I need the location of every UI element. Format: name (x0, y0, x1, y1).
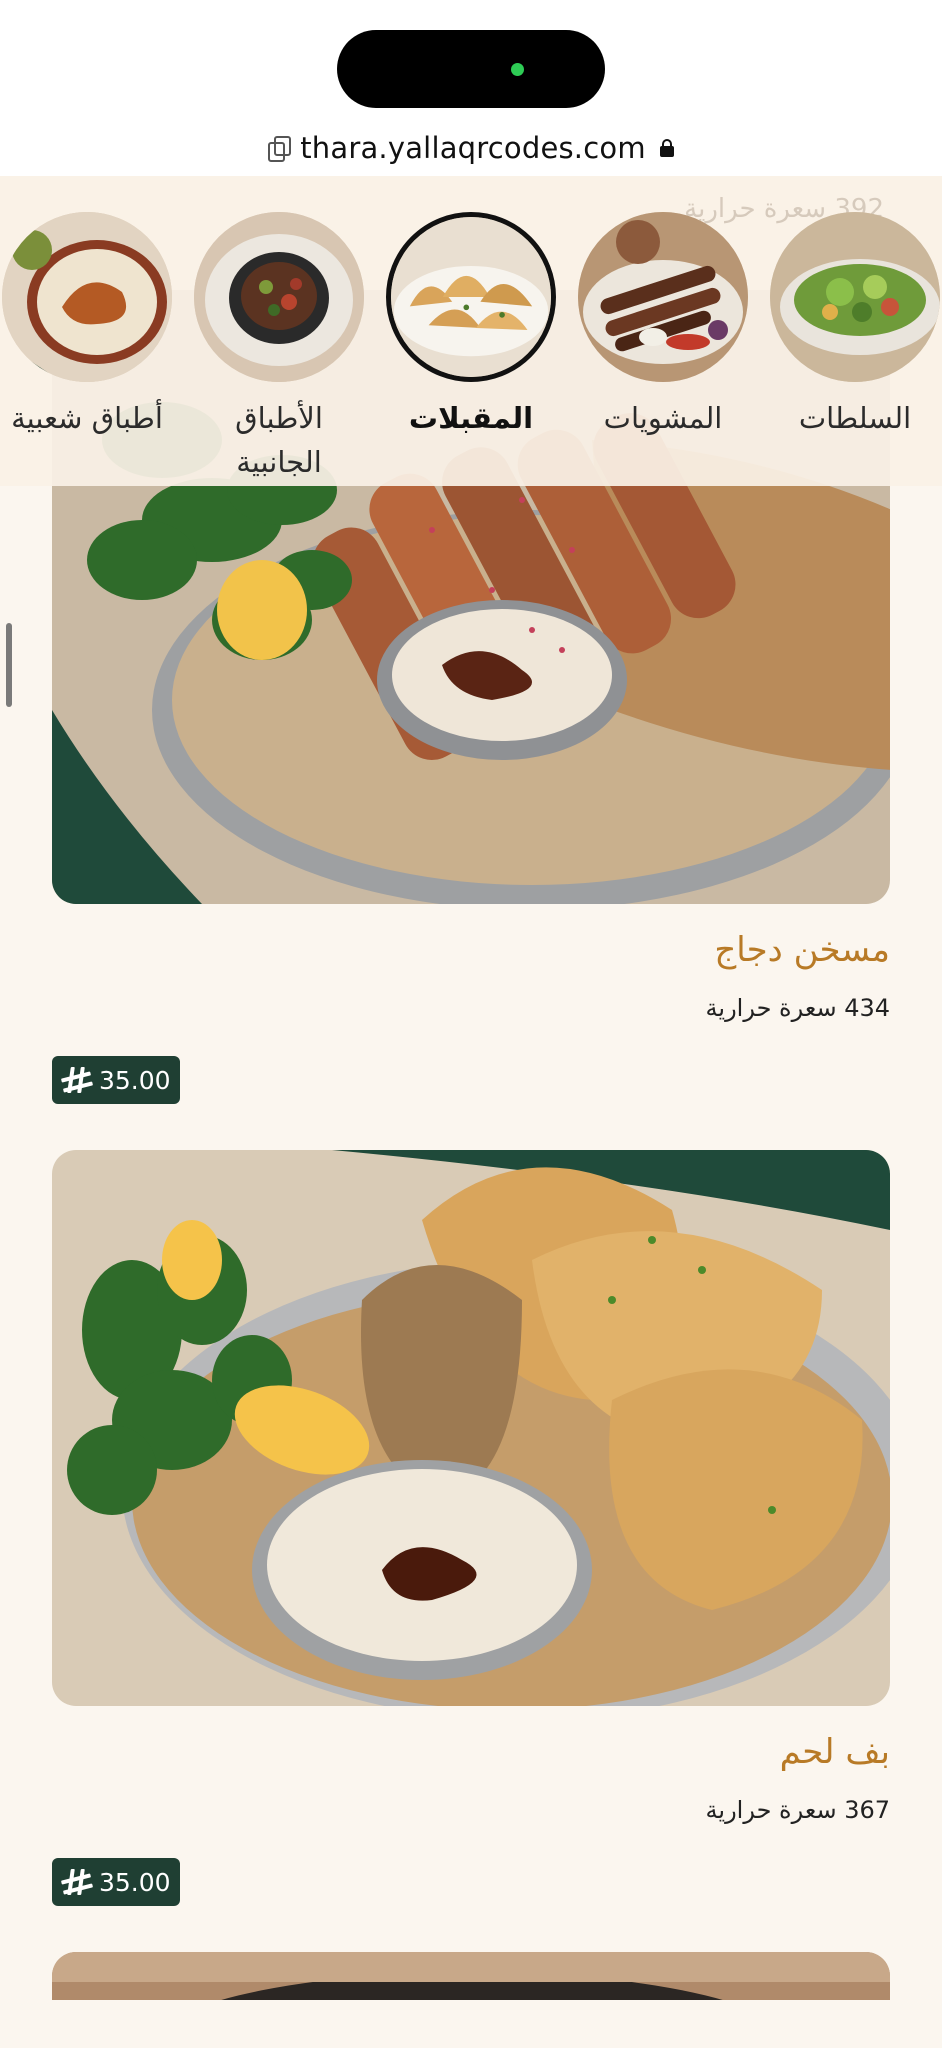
popular-dish-image (2, 212, 172, 382)
item-name: بف لحم (779, 1732, 890, 1772)
copy-icon[interactable] (268, 136, 292, 162)
price-value: 35.00 (99, 1867, 171, 1897)
price-row: 35.00 (52, 1858, 890, 1906)
category-grills[interactable]: المشويات (578, 212, 748, 440)
price-value: 35.00 (99, 1065, 171, 1095)
item-calories: 367 سعرة حرارية (705, 1796, 890, 1824)
address-bar[interactable]: thara.yallaqrcodes.com (0, 124, 942, 172)
price-badge: 35.00 (52, 1056, 180, 1104)
bottom-bar (0, 2000, 942, 2048)
url-text[interactable]: thara.yallaqrcodes.com (300, 131, 646, 165)
category-salads[interactable]: السلطات (770, 212, 940, 440)
appetizers-plate-image (386, 212, 556, 382)
lock-icon (659, 139, 674, 157)
category-side-dishes[interactable]: الأطباق الجانبية (194, 212, 364, 484)
saudi-riyal-icon (60, 1065, 94, 1095)
scrollbar-handle[interactable] (6, 623, 12, 707)
category-label: السلطات (798, 401, 912, 435)
category-appetizers[interactable]: المقبلات (386, 212, 556, 440)
category-strip: 392 سعرة حرارية السلطات المشويات المقبلا… (0, 176, 942, 486)
menu-page: thara.yallaqrcodes.com 392 سعرة حرارية ا… (0, 0, 942, 2048)
category-label: المقبلات (408, 401, 534, 435)
salad-plate-image (770, 212, 940, 382)
category-label: الأطباق الجانبية (235, 401, 323, 479)
meat-puff-image (52, 1150, 890, 1706)
browser-chrome: thara.yallaqrcodes.com (0, 0, 942, 176)
side-dish-image (194, 212, 364, 382)
grill-plate-image (578, 212, 748, 382)
menu-item[interactable]: بف لحم 367 سعرة حرارية 35.00 (52, 1150, 890, 1906)
dynamic-island (337, 30, 605, 108)
category-popular-dishes[interactable]: أطباق شعبية (2, 212, 172, 440)
price-badge: 35.00 (52, 1858, 180, 1906)
item-calories: 434 سعرة حرارية (705, 994, 890, 1022)
price-row: 35.00 (52, 1056, 890, 1104)
camera-indicator-icon (511, 63, 524, 76)
category-label: أطباق شعبية (11, 401, 163, 435)
item-name: مسخن دجاج (714, 930, 890, 970)
category-label: المشويات (603, 401, 723, 435)
saudi-riyal-icon (60, 1867, 94, 1897)
